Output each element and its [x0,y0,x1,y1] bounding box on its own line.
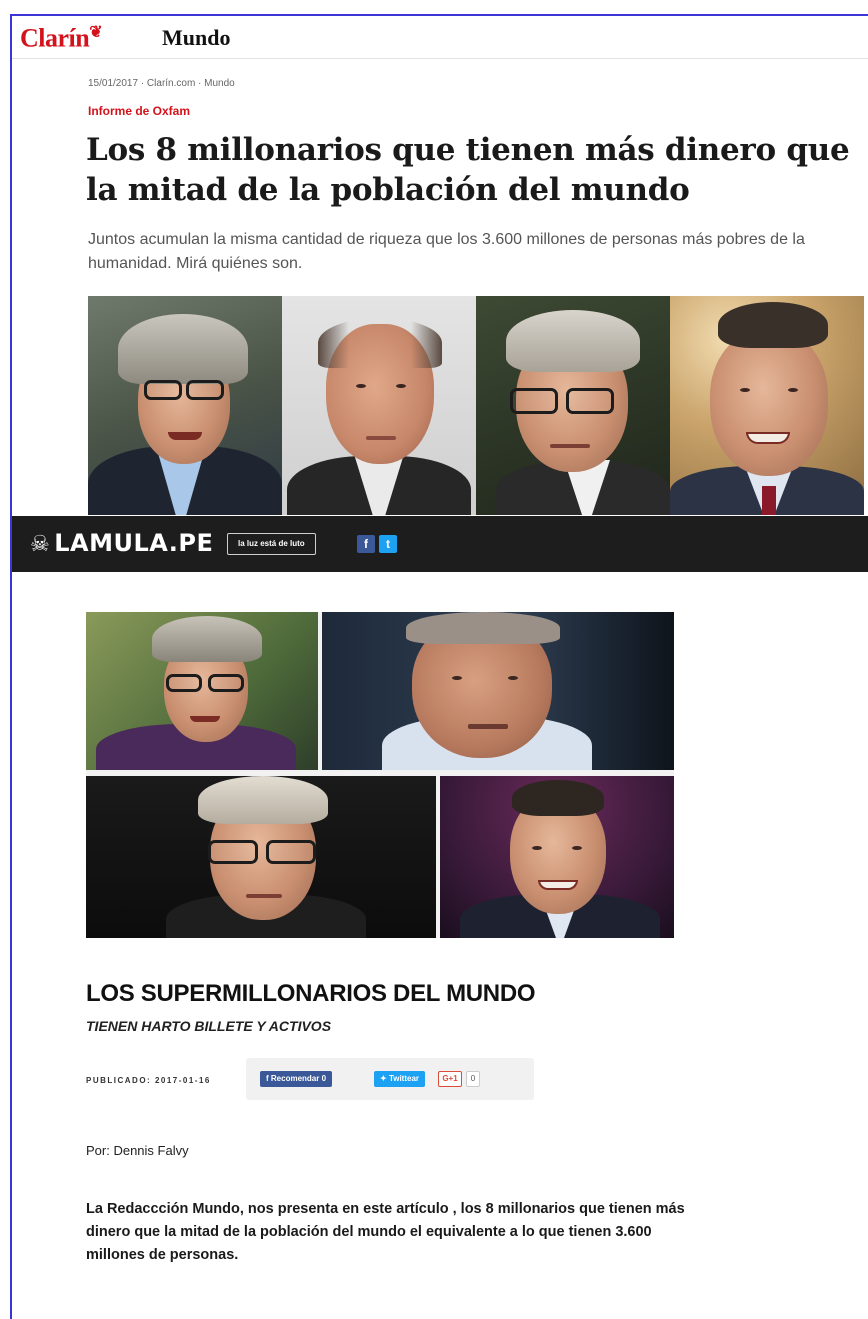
recommend-label: Recomendar 0 [270,1074,327,1083]
google-plus-count: 0 [466,1071,480,1087]
clarin-logo[interactable]: Clarín❦ [20,22,103,54]
article-dek: Juntos acumulan la misma cantidad de riq… [88,231,805,272]
lamula-logo[interactable]: ☠ LAMULA.PE [30,529,213,557]
share-buttons: f Recomendar 0 ✦ Twittear G+1 0 [246,1058,534,1100]
article-kicker[interactable]: Informe de Oxfam [88,104,190,118]
twitter-icon[interactable]: t [379,535,397,553]
published-date: PUBLICADO: 2017-01-16 [86,1076,211,1085]
skull-crossbones-icon: ☠ [30,532,51,557]
article-meta: 15/01/2017 · Clarín.com · Mundo [88,78,235,89]
article-lead-paragraph: La Redaccción Mundo, nos presenta en est… [86,1201,685,1263]
google-plus-button[interactable]: G+1 [438,1071,462,1087]
article-headline: LOS SUPERMILLONARIOS DEL MUNDO [86,980,536,1007]
article-title: Los 8 millonarios que tienen más dinero … [86,132,850,208]
collage-portrait-3 [86,776,436,938]
photo-portrait-1 [88,296,282,515]
photo-portrait-3 [476,296,670,515]
publication-row: PUBLICADO: 2017-01-16 f Recomendar 0 ✦ T… [86,1058,546,1102]
twitter-bird-icon: ✦ [380,1074,389,1083]
photo-portrait-2 [282,296,476,515]
screenshot-frame-left [10,14,12,1319]
twitter-tweet-button[interactable]: ✦ Twittear [374,1071,426,1087]
collage-portrait-2 [322,612,674,770]
facebook-icon[interactable]: f [357,535,375,553]
lamula-social-links: f t [357,535,397,553]
billionaire-photo-collage[interactable] [86,612,674,938]
clarin-header: Clarín❦ Mundo [12,16,868,59]
clarin-section-link[interactable]: Mundo [162,25,230,51]
article-subheadline: TIENEN HARTO BILLETE Y ACTIVOS [86,1018,332,1034]
lamula-logo-text: LAMULA.PE [54,529,214,557]
tweet-label: Twittear [388,1074,420,1083]
clarin-logo-text: Clarín [20,23,90,53]
clarin-logo-mark: ❦ [89,24,103,41]
lamula-top-bar: ☠ LAMULA.PE la luz está de luto f t [12,516,868,572]
facebook-recommend-button[interactable]: f Recomendar 0 [260,1071,333,1087]
billionaire-photo-strip[interactable] [88,296,864,515]
article-author: Por: Dennis Falvy [86,1143,189,1158]
collage-portrait-1 [86,612,318,770]
photo-portrait-4 [670,296,864,515]
lamula-tagline-button[interactable]: la luz está de luto [227,533,316,555]
collage-portrait-4 [440,776,674,938]
